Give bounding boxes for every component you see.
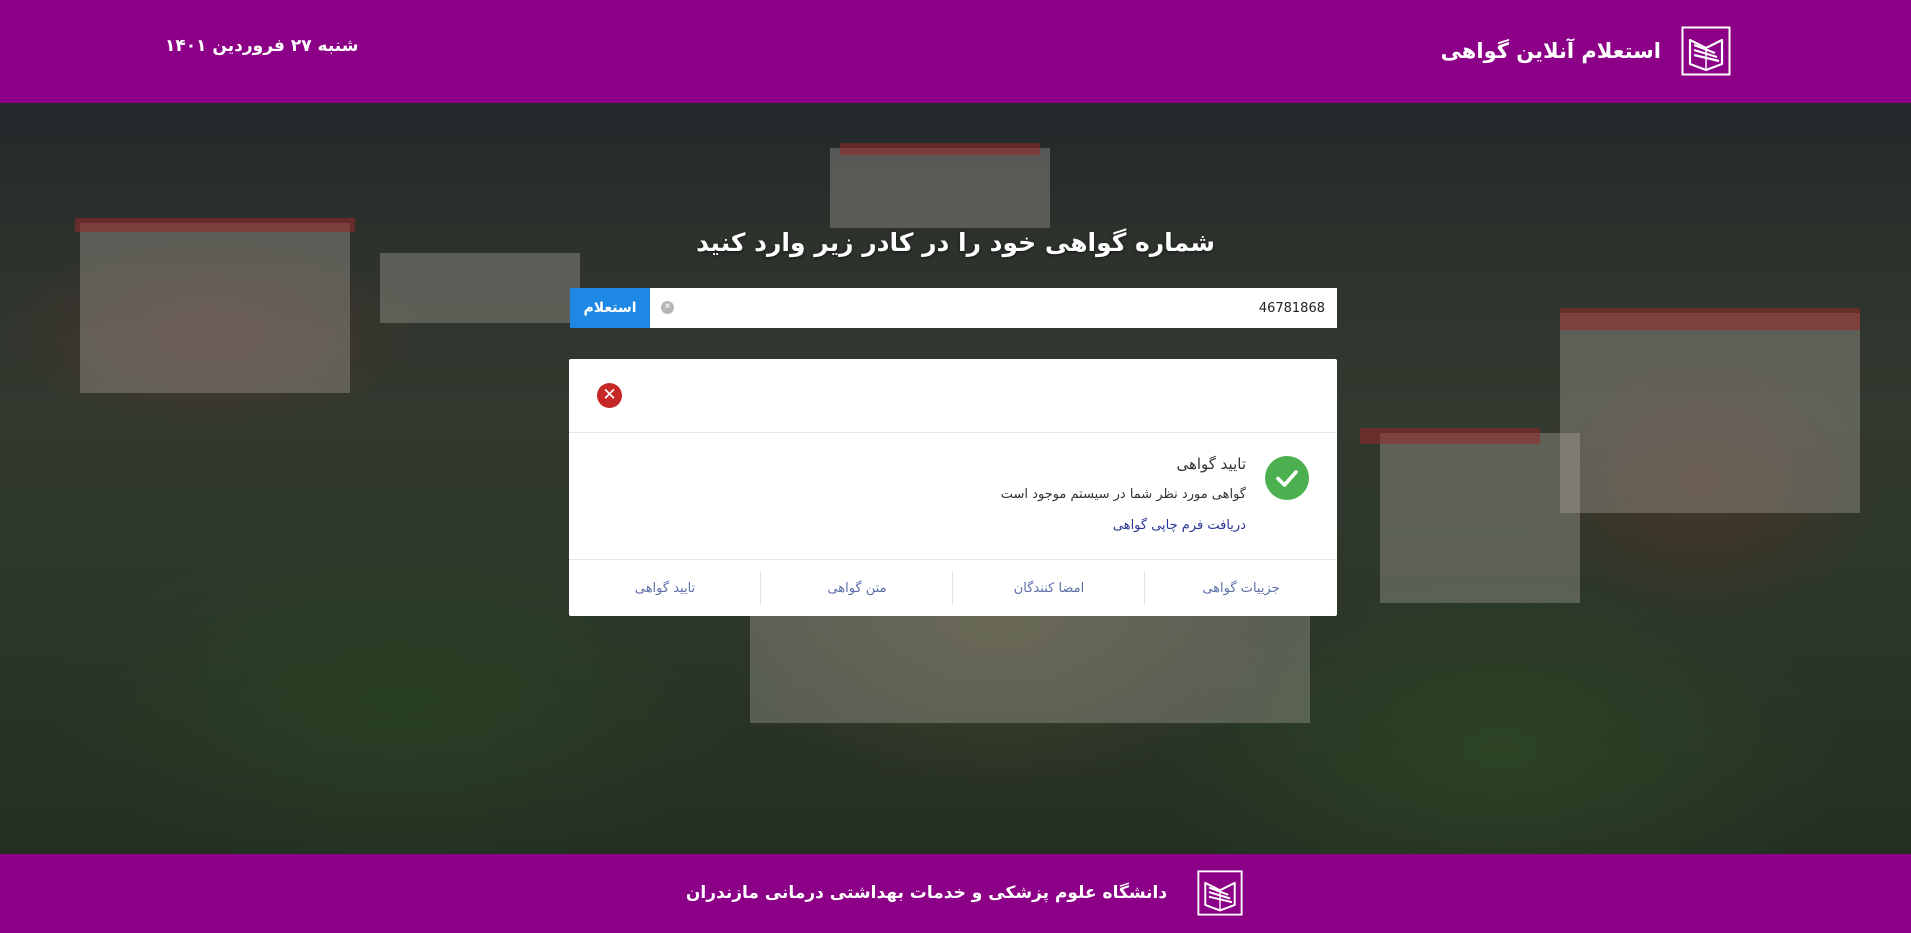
- page-headline: شماره گواهی خود را در کادر زیر وارد کنید: [696, 228, 1215, 257]
- tab-certificate-verification[interactable]: تایید گواهی: [569, 560, 761, 616]
- tab-certificate-details[interactable]: جزییات گواهی: [1145, 560, 1337, 616]
- inquiry-button[interactable]: استعلام: [570, 288, 650, 328]
- header: استعلام آنلاین گواهی شنبه ۲۷ فروردین ۱۴۰…: [0, 0, 1911, 103]
- site-title: استعلام آنلاین گواهی: [1440, 39, 1661, 63]
- certificate-search-form: استعلام ✕: [570, 288, 1337, 328]
- tab-signers[interactable]: امضا کنندگان: [953, 560, 1145, 616]
- check-circle-icon: [1265, 456, 1309, 500]
- footer-brand: دانشگاه علوم پزشکی و خدمات بهداشتی درمان…: [0, 868, 1911, 918]
- clear-circle-icon[interactable]: ✕: [661, 301, 674, 314]
- result-message: گواهی مورد نظر شما در سیستم موجود است: [1000, 487, 1246, 502]
- result-title: تایید گواهی: [1176, 455, 1246, 473]
- open-book-logo-icon: [1195, 868, 1245, 918]
- certificate-number-input[interactable]: [650, 288, 1337, 328]
- print-form-link[interactable]: دریافت فرم چاپی گواهی: [1113, 518, 1246, 533]
- university-name: دانشگاه علوم پزشکی و خدمات بهداشتی درمان…: [685, 883, 1168, 903]
- search-field-wrapper: ✕: [650, 288, 1337, 328]
- footer: دانشگاه علوم پزشکی و خدمات بهداشتی درمان…: [0, 854, 1911, 933]
- open-book-logo-icon: [1681, 26, 1731, 76]
- tab-certificate-text[interactable]: متن گواهی: [761, 560, 953, 616]
- result-card: ✕ تایید گواهی گواهی مورد نظر شما در سیست…: [569, 359, 1337, 616]
- result-tabs: جزییات گواهی امضا کنندگان متن گواهی تایی…: [569, 560, 1337, 616]
- current-date: شنبه ۲۷ فروردین ۱۴۰۱: [165, 36, 359, 56]
- result-card-header: ✕: [569, 359, 1337, 433]
- hero-section: شماره گواهی خود را در کادر زیر وارد کنید…: [0, 103, 1911, 854]
- close-circle-icon[interactable]: ✕: [597, 383, 622, 408]
- result-card-body: تایید گواهی گواهی مورد نظر شما در سیستم …: [569, 433, 1337, 560]
- header-brand[interactable]: استعلام آنلاین گواهی: [1441, 26, 1731, 76]
